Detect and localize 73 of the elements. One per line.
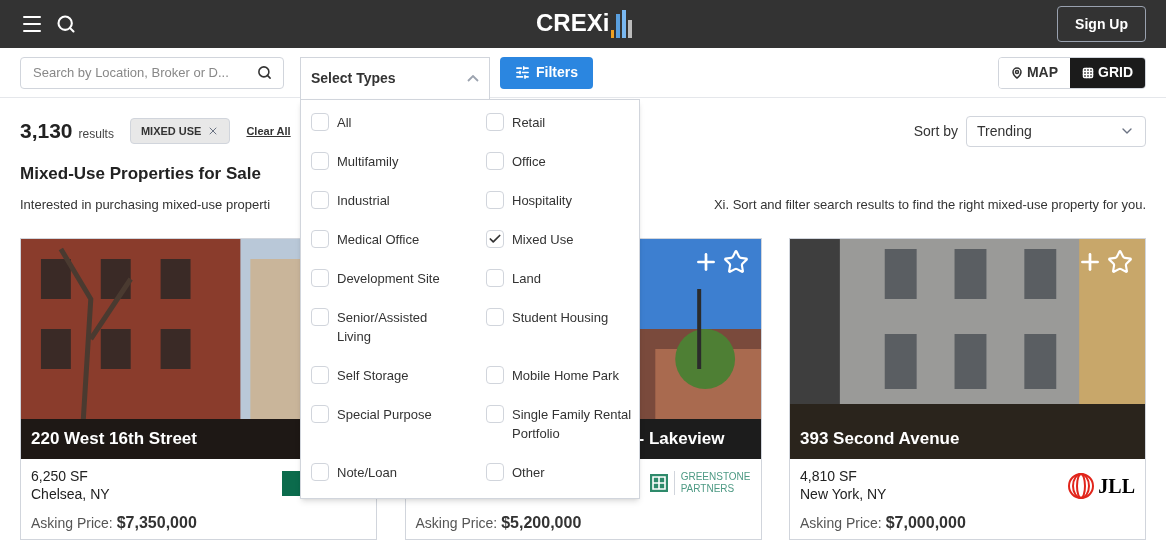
checkbox[interactable]	[486, 191, 504, 209]
type-label[interactable]: Student Housing	[512, 308, 609, 327]
property-title: 220 West 16th Street	[31, 427, 197, 450]
type-label[interactable]: Mixed Use	[512, 230, 574, 249]
logo-text: PARTNERS	[680, 483, 736, 495]
type-label[interactable]: Mobile Home Park	[512, 366, 619, 385]
search-field[interactable]: Search by Location, Broker or D...	[20, 56, 284, 89]
logo-text: JLL	[1098, 474, 1135, 499]
description-text: Interested in purchasing mixed-use properti	[20, 196, 271, 214]
types-select[interactable]: Select Types	[300, 57, 490, 99]
sign-up-button[interactable]: Sign Up	[1057, 6, 1146, 42]
property-location: New York, NY	[800, 485, 887, 503]
sort-select[interactable]: Trending	[966, 115, 1146, 147]
asking-price: $7,000,000	[885, 513, 966, 533]
checkbox[interactable]	[311, 463, 329, 481]
pin-icon	[1010, 66, 1023, 79]
type-label[interactable]: Retail	[512, 113, 546, 132]
logo-text: GREENSTONE	[680, 471, 751, 483]
price-label: Asking Price:	[800, 514, 882, 533]
filter-chip[interactable]: MIXED USE	[129, 118, 231, 144]
search-icon	[257, 64, 272, 80]
property-card[interactable]: 393 Second Avenue 4,810 SF New York, NY JLL Asking Price: $7,000,000	[789, 238, 1146, 540]
clear-all-link[interactable]: Clear All	[246, 122, 291, 140]
checkbox[interactable]	[486, 308, 504, 326]
checkbox[interactable]	[486, 230, 504, 248]
sort-label: Sort by	[913, 121, 958, 141]
price-label: Asking Price:	[31, 514, 113, 533]
checkbox[interactable]	[311, 191, 329, 209]
type-label[interactable]: Hospitality	[512, 191, 572, 210]
bars-logo-icon	[611, 10, 634, 38]
checkbox[interactable]	[311, 113, 329, 131]
checkbox[interactable]	[311, 405, 329, 423]
checkbox[interactable]	[486, 405, 504, 423]
checkbox[interactable]	[486, 269, 504, 287]
asking-price: $7,350,000	[116, 513, 197, 533]
search-icon[interactable]	[56, 14, 76, 34]
type-label[interactable]: Land	[512, 269, 541, 288]
checkbox[interactable]	[311, 308, 329, 326]
page-heading: Mixed-Use Properties for Sale	[20, 163, 261, 185]
chevron-up-icon	[467, 75, 479, 82]
checkbox[interactable]	[486, 366, 504, 384]
results-label: results	[78, 126, 114, 143]
checkbox[interactable]	[311, 152, 329, 170]
check-icon	[488, 232, 502, 246]
star-icon[interactable]	[722, 249, 749, 275]
description-text: Xi. Sort and filter search results to find the right mixed-use property for you.	[713, 196, 1146, 214]
type-label[interactable]: Single Family Rental Portfolio	[512, 405, 636, 443]
type-label[interactable]: Industrial	[337, 191, 390, 210]
property-title: 393 Second Avenue	[800, 427, 960, 450]
checkbox[interactable]	[486, 113, 504, 131]
rings-logo-icon	[1068, 473, 1095, 499]
brand-logo[interactable]: CREXi	[536, 8, 610, 38]
grid-logo-icon	[649, 474, 668, 492]
checkbox[interactable]	[311, 230, 329, 248]
filters-button[interactable]: Filters	[500, 56, 593, 89]
results-count: 3,130	[20, 118, 73, 145]
price-label: Asking Price:	[415, 514, 498, 533]
asking-price: $5,200,000	[501, 513, 582, 533]
view-toggle[interactable]: GRID	[1070, 57, 1145, 88]
checkbox[interactable]	[486, 152, 504, 170]
property-size: 6,250 SF	[31, 467, 89, 485]
type-label[interactable]: Office	[512, 152, 546, 171]
checkbox[interactable]	[486, 463, 504, 481]
property-location: Chelsea, NY	[31, 485, 110, 503]
checkbox[interactable]	[311, 269, 329, 287]
type-label[interactable]: Other	[512, 463, 545, 482]
type-label[interactable]: All	[337, 113, 352, 132]
star-icon[interactable]	[1107, 249, 1133, 275]
grid-icon	[1082, 66, 1094, 79]
property-size: 4,810 SF	[800, 467, 858, 485]
checkbox[interactable]	[311, 366, 329, 384]
type-label[interactable]: Multifamily	[337, 152, 399, 171]
sliders-icon	[515, 65, 530, 80]
